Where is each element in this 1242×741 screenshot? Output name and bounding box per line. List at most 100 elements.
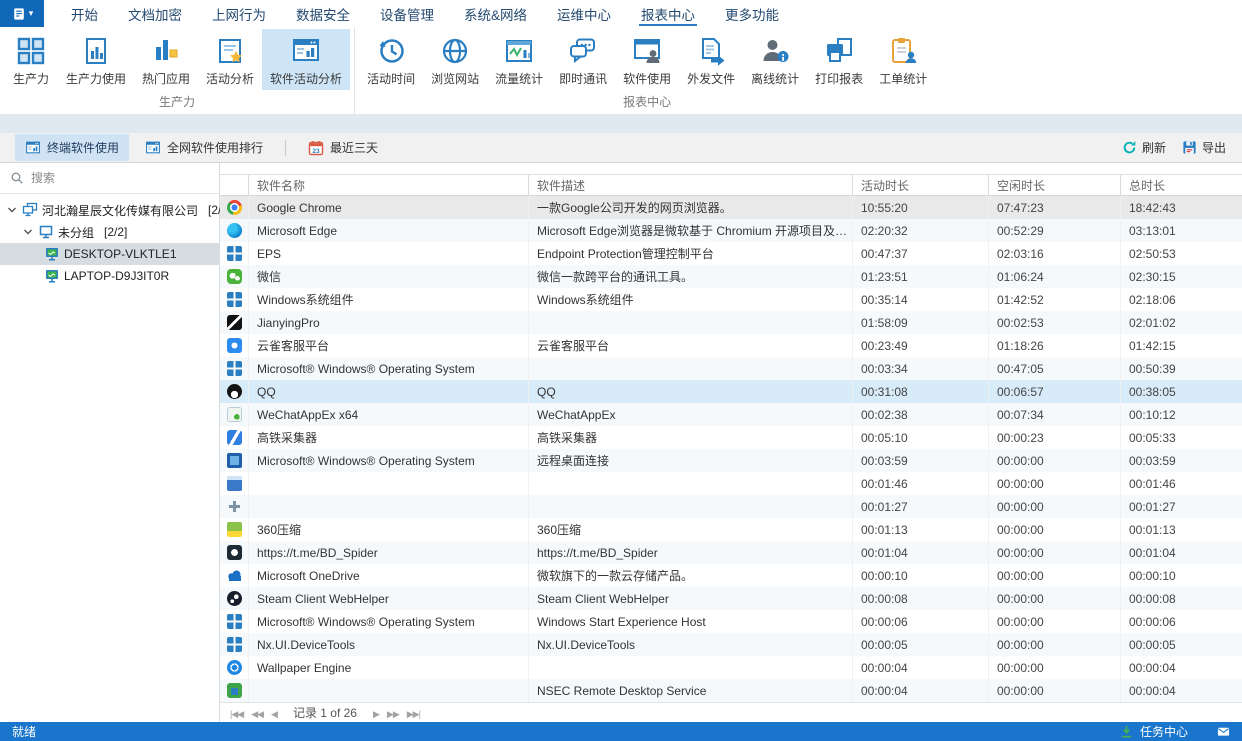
- app-icon-cell: [220, 265, 248, 288]
- ribbon-button-7[interactable]: 离线统计: [743, 29, 807, 90]
- table-row[interactable]: Steam Client WebHelperSteam Client WebHe…: [220, 587, 1242, 610]
- menu-item-8[interactable]: 报表中心: [626, 0, 710, 27]
- ribbon-button-5[interactable]: 软件使用: [615, 29, 679, 90]
- software-desc-cell-text: 高铁采集器: [537, 429, 597, 446]
- ribbon-button-1[interactable]: 活动时间: [359, 29, 423, 90]
- table-row[interactable]: Google Chrome一款Google公司开发的网页浏览器。10:55:20…: [220, 196, 1242, 219]
- ribbon-button-3[interactable]: 流量统计: [487, 29, 551, 90]
- globe-icon: [440, 36, 470, 66]
- ribbon-button-4[interactable]: 活动分析: [198, 29, 262, 90]
- ribbon-button-8[interactable]: 打印报表: [807, 29, 871, 90]
- menu-item-1[interactable]: 开始: [56, 0, 113, 27]
- windows-icon: [227, 292, 242, 307]
- ribbon-button-5[interactable]: 软件活动分析: [262, 29, 350, 90]
- tree-node-4[interactable]: LAPTOP-D9J3IT0R: [0, 265, 219, 287]
- menu-item-7[interactable]: 运维中心: [542, 0, 626, 27]
- table-row[interactable]: Microsoft® Windows® Operating System00:0…: [220, 357, 1242, 380]
- app-icon-cell: [220, 426, 248, 449]
- table-row[interactable]: JianyingPro01:58:0900:02:5302:01:02: [220, 311, 1242, 334]
- software-desc-cell: [528, 495, 852, 518]
- tree-node-2[interactable]: 未分组[2/2]: [0, 221, 219, 243]
- app-icon-cell: [220, 334, 248, 357]
- pager-right-buttons: ▶▶▶▶▶|: [369, 706, 424, 720]
- table-row[interactable]: NSEC Remote Desktop Service00:00:0400:00…: [220, 679, 1242, 702]
- menu-item-5[interactable]: 设备管理: [365, 0, 449, 27]
- menu-item-4[interactable]: 数据安全: [281, 0, 365, 27]
- ribbon-button-label: 活动时间: [367, 70, 415, 87]
- active-duration-cell: 00:31:08: [852, 380, 988, 403]
- software-name-cell-text: 360压缩: [257, 521, 301, 538]
- table-row[interactable]: 微信微信一款跨平台的通讯工具。01:23:5101:06:2402:30:15: [220, 265, 1242, 288]
- prev-fast-icon[interactable]: ◀◀: [247, 709, 267, 719]
- tree-node-3[interactable]: DESKTOP-VLKTLE1: [0, 243, 219, 265]
- ribbon-button-3[interactable]: 热门应用: [134, 29, 198, 90]
- software-desc-cell-text: QQ: [537, 385, 556, 399]
- last-page-icon[interactable]: ▶▶|: [403, 709, 424, 719]
- table-row[interactable]: 360压缩360压缩00:01:1300:00:0000:01:13: [220, 518, 1242, 541]
- column-header-3[interactable]: 活动时长: [852, 175, 988, 195]
- table-row[interactable]: Wallpaper Engine00:00:0400:00:0000:00:04: [220, 656, 1242, 679]
- table-row[interactable]: QQQQ00:31:0800:06:5700:38:05: [220, 380, 1242, 403]
- total-duration-cell-text: 03:13:01: [1129, 224, 1176, 238]
- refresh-button[interactable]: 刷新: [1122, 139, 1166, 156]
- table-row[interactable]: 00:01:4600:00:0000:01:46: [220, 472, 1242, 495]
- software-name-cell: EPS: [248, 242, 528, 265]
- export-label: 导出: [1202, 139, 1226, 156]
- table-row[interactable]: 云雀客服平台云雀客服平台00:23:4901:18:2601:42:15: [220, 334, 1242, 357]
- menu-bar: ▾ 开始文档加密上网行为数据安全设备管理系统&网络运维中心报表中心更多功能: [0, 0, 1242, 27]
- software-desc-cell-text: Nx.UI.DeviceTools: [537, 638, 635, 652]
- active-duration-cell: 00:00:05: [852, 633, 988, 656]
- table-row[interactable]: Nx.UI.DeviceToolsNx.UI.DeviceTools00:00:…: [220, 633, 1242, 656]
- ribbon-button-6[interactable]: 外发文件: [679, 29, 743, 90]
- table-row[interactable]: Microsoft OneDrive微软旗下的一款云存储产品。00:00:100…: [220, 564, 1242, 587]
- ribbon-button-2[interactable]: 浏览网站: [423, 29, 487, 90]
- ribbon-button-2[interactable]: 生产力使用: [58, 29, 134, 90]
- app-icon-cell: [220, 311, 248, 334]
- view-tab-1[interactable]: 终端软件使用: [15, 134, 129, 161]
- table-row[interactable]: 00:01:2700:00:0000:01:27: [220, 495, 1242, 518]
- column-header-1[interactable]: 软件名称: [248, 175, 528, 195]
- main-menu: 开始文档加密上网行为数据安全设备管理系统&网络运维中心报表中心更多功能: [56, 0, 794, 27]
- table-row[interactable]: Microsoft® Windows® Operating SystemWind…: [220, 610, 1242, 633]
- date-filter-recent-3-days[interactable]: 23 最近三天: [298, 134, 388, 161]
- next-fast-icon[interactable]: ▶▶: [383, 709, 403, 719]
- table-row[interactable]: EPSEndpoint Protection管理控制平台00:47:3702:0…: [220, 242, 1242, 265]
- idle-duration-cell: 02:03:16: [988, 242, 1120, 265]
- table-row[interactable]: https://t.me/BD_Spiderhttps://t.me/BD_Sp…: [220, 541, 1242, 564]
- menu-item-9[interactable]: 更多功能: [710, 0, 794, 27]
- table-row[interactable]: Windows系统组件Windows系统组件00:35:1401:42:5202…: [220, 288, 1242, 311]
- column-header-2[interactable]: 软件描述: [528, 175, 852, 195]
- mail-icon[interactable]: [1217, 725, 1230, 738]
- view-tab-2[interactable]: 全网软件使用排行: [135, 134, 273, 161]
- software-name-cell: Microsoft Edge: [248, 219, 528, 242]
- idle-duration-cell: 00:00:00: [988, 656, 1120, 679]
- total-duration-cell: 00:00:06: [1120, 610, 1242, 633]
- first-page-icon[interactable]: |◀◀: [226, 709, 247, 719]
- menu-item-2[interactable]: 文档加密: [113, 0, 197, 27]
- table-row[interactable]: WeChatAppEx x64WeChatAppEx00:02:3800:07:…: [220, 403, 1242, 426]
- next-page-icon[interactable]: ▶: [369, 709, 383, 719]
- idle-duration-cell-text: 00:00:00: [997, 500, 1044, 514]
- idle-duration-cell-text: 00:47:05: [997, 362, 1044, 376]
- tree-node-1[interactable]: 河北瀚星辰文化传媒有限公司[2/2]: [0, 199, 219, 221]
- export-button[interactable]: 导出: [1182, 139, 1226, 156]
- ribbon-button-1[interactable]: 生产力: [4, 29, 58, 90]
- table-row[interactable]: 高铁采集器高铁采集器00:05:1000:00:2300:05:33: [220, 426, 1242, 449]
- total-duration-cell: 00:00:04: [1120, 679, 1242, 702]
- search-input[interactable]: [31, 171, 209, 185]
- active-duration-cell: 01:23:51: [852, 265, 988, 288]
- task-center-label[interactable]: 任务中心: [1140, 723, 1188, 740]
- ribbon-button-9[interactable]: 工单统计: [871, 29, 935, 90]
- total-duration-cell-text: 00:01:04: [1129, 546, 1176, 560]
- software-name-cell-text: Wallpaper Engine: [257, 661, 351, 675]
- column-header-5[interactable]: 总时长: [1120, 175, 1242, 195]
- table-row[interactable]: Microsoft EdgeMicrosoft Edge浏览器是微软基于 Chr…: [220, 219, 1242, 242]
- app-menu-button[interactable]: ▾: [0, 0, 44, 27]
- prev-page-icon[interactable]: ◀: [267, 709, 281, 719]
- table-row[interactable]: Microsoft® Windows® Operating System远程桌面…: [220, 449, 1242, 472]
- column-header-4[interactable]: 空闲时长: [988, 175, 1120, 195]
- menu-item-6[interactable]: 系统&网络: [449, 0, 542, 27]
- ribbon-button-4[interactable]: 即时通讯: [551, 29, 615, 90]
- active-duration-cell: 00:35:14: [852, 288, 988, 311]
- menu-item-3[interactable]: 上网行为: [197, 0, 281, 27]
